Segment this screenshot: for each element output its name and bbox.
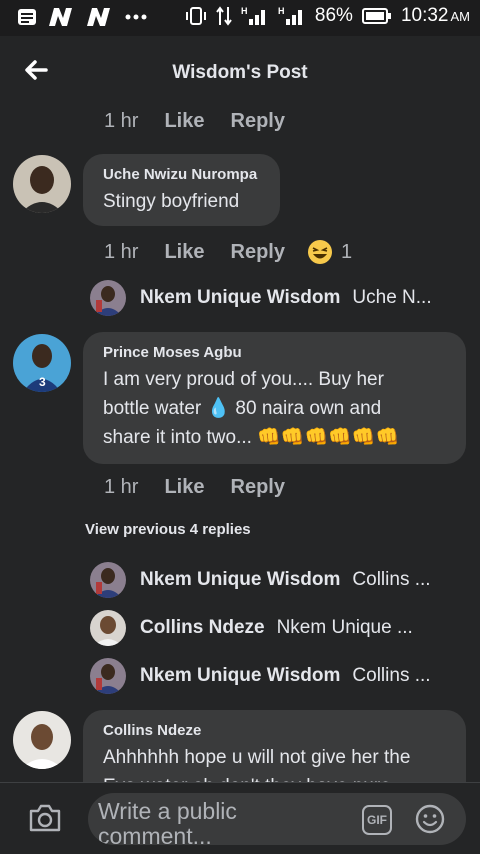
comment-time: 1 hr xyxy=(104,240,139,263)
comment-text-line: share it into two... 👊👊👊👊👊👊 xyxy=(103,427,400,448)
reply-text: Uche N... xyxy=(352,287,432,308)
comment-text-line: Ahhhhhh hope u will not give her the xyxy=(103,747,411,768)
clock-time: 10:32 xyxy=(400,5,449,26)
svg-text:H: H xyxy=(278,6,285,16)
like-button[interactable]: Like xyxy=(164,241,204,264)
comment-author[interactable]: Uche Nwizu Nurompa xyxy=(103,166,260,183)
comment-author[interactable]: Prince Moses Agbu xyxy=(103,344,446,361)
comment-time: 1 hr xyxy=(104,476,139,498)
comment-composer: Write a public comment... GIF xyxy=(0,782,480,854)
view-previous-replies-link[interactable]: View previous 4 replies xyxy=(85,521,251,538)
clock: 10:32 AM xyxy=(401,5,470,27)
n-app-icon xyxy=(49,8,72,26)
comment-meta: 1 hr Like Reply xyxy=(104,110,311,133)
reply-button[interactable]: Reply xyxy=(231,476,285,499)
header: Wisdom's Post xyxy=(0,36,480,106)
avatar xyxy=(90,658,126,694)
page-title: Wisdom's Post xyxy=(172,62,308,83)
avatar xyxy=(90,562,126,598)
reply-preview[interactable]: Nkem Unique Wisdom Uche N... xyxy=(90,280,432,316)
comment-author[interactable]: Collins Ndeze xyxy=(103,722,446,739)
reply-preview[interactable]: Nkem Unique Wisdom Collins ... xyxy=(90,658,431,694)
comment-input-placeholder: Write a public comment... xyxy=(98,798,237,846)
reply-text: Collins ... xyxy=(352,665,431,686)
svg-text:3: 3 xyxy=(39,375,46,389)
gif-button[interactable]: GIF xyxy=(362,805,392,835)
reply-preview[interactable]: Nkem Unique Wisdom Collins ... xyxy=(90,562,431,598)
signal-h-icon: H xyxy=(241,6,265,25)
vibrate-icon xyxy=(185,7,206,25)
avatar xyxy=(90,610,126,646)
svg-text:H: H xyxy=(241,6,248,16)
avatar[interactable] xyxy=(13,155,71,213)
status-bar: H H 86% 10:32 AM xyxy=(0,0,480,36)
reply-author: Collins Ndeze xyxy=(140,617,265,638)
comment-bubble: Prince Moses Agbu I am very proud of you… xyxy=(83,332,466,464)
news-app-icon xyxy=(18,9,36,25)
n-app-icon xyxy=(87,8,110,26)
comment-text-line: bottle water 💧 80 naira own and xyxy=(103,398,382,419)
comment-input[interactable]: Write a public comment... GIF xyxy=(88,793,466,845)
reply-text: Nkem Unique ... xyxy=(276,617,413,638)
avatar[interactable] xyxy=(13,711,71,769)
signal-h-icon: H xyxy=(278,6,302,25)
reply-author: Nkem Unique Wisdom xyxy=(140,569,341,590)
reply-text: Collins ... xyxy=(352,569,431,590)
battery-percent: 86% xyxy=(314,5,353,26)
avatar xyxy=(90,280,126,316)
like-button[interactable]: Like xyxy=(164,110,204,133)
reply-preview[interactable]: Collins Ndeze Nkem Unique ... xyxy=(90,610,413,646)
reaction-count: 1 xyxy=(340,240,353,263)
reply-author: Nkem Unique Wisdom xyxy=(140,665,341,686)
reply-author: Nkem Unique Wisdom xyxy=(140,287,341,308)
reply-button[interactable]: Reply xyxy=(231,110,285,133)
camera-icon[interactable] xyxy=(28,803,62,833)
like-button[interactable]: Like xyxy=(164,476,204,499)
comment-text: Stingy boyfriend xyxy=(103,191,240,212)
battery-icon xyxy=(361,8,391,24)
comment-meta: 1 hr Like Reply xyxy=(104,476,311,499)
clock-suffix: AM xyxy=(450,9,471,24)
more-dots-icon xyxy=(125,14,147,20)
haha-emoji-icon[interactable] xyxy=(307,239,333,265)
reply-button[interactable]: Reply xyxy=(231,241,285,264)
comment-meta: 1 hr Like Reply 1 xyxy=(104,239,378,265)
comment-bubble: Uche Nwizu Nurompa Stingy boyfriend xyxy=(83,154,280,226)
comment-time: 1 hr xyxy=(104,110,139,132)
avatar[interactable]: 3 xyxy=(13,334,71,392)
data-transfer-icon xyxy=(216,6,232,26)
comment-text-line: I am very proud of you.... Buy her xyxy=(103,369,384,390)
emoji-smile-icon[interactable] xyxy=(414,803,446,835)
